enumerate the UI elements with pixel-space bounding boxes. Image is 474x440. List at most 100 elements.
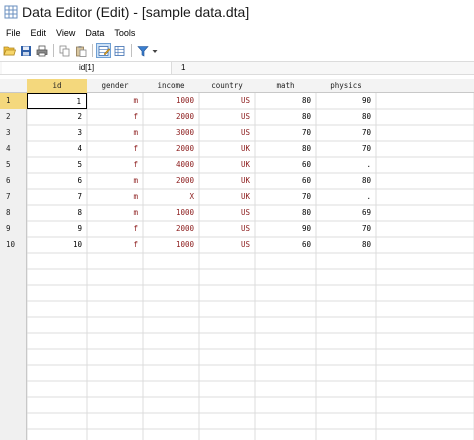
table-cell[interactable]: 5 [27,157,87,173]
table-cell[interactable]: m [87,93,143,109]
table-cell[interactable]: 80 [255,205,316,221]
menu-file[interactable]: File [0,28,26,38]
open-folder-icon[interactable] [2,43,17,58]
table-cell[interactable]: 8 [27,205,87,221]
table-cell[interactable]: 6 [27,173,87,189]
cell-reference-box[interactable]: id[1] [2,62,172,74]
table-cell[interactable]: 70 [255,125,316,141]
table-cell[interactable]: US [199,221,255,237]
toolbar-separator [131,44,132,57]
dropdown-arrow-icon[interactable] [151,43,159,58]
row-number[interactable]: 1 [0,93,27,109]
table-cell[interactable]: UK [199,141,255,157]
table-cell[interactable]: 3 [27,125,87,141]
table-cell[interactable]: 60 [255,237,316,253]
data-grid[interactable]: id gender income country math physics 1 1 m 1000 U… [0,79,474,440]
paste-icon[interactable] [73,43,88,58]
table-cell[interactable]: 70 [316,141,376,157]
filter-icon[interactable] [135,43,150,58]
row-number[interactable]: 4 [0,141,27,157]
table-cell[interactable]: X [143,189,199,205]
cell-value-input[interactable]: 1 [178,62,474,74]
window-title: Data Editor (Edit) - [sample data.dta] [22,3,250,20]
table-cell[interactable]: 90 [316,93,376,109]
table-cell[interactable]: 2000 [143,221,199,237]
table-cell[interactable]: f [87,109,143,125]
print-icon[interactable] [34,43,49,58]
column-header-income[interactable]: income [143,79,199,93]
table-cell[interactable]: 4000 [143,157,199,173]
menu-edit[interactable]: Edit [26,28,52,38]
table-cell[interactable]: 9 [27,221,87,237]
column-header-math[interactable]: math [255,79,316,93]
row-number[interactable]: 7 [0,189,27,205]
table-cell[interactable]: f [87,157,143,173]
table-cell[interactable]: UK [199,189,255,205]
row-number[interactable]: 6 [0,173,27,189]
row-number[interactable]: 8 [0,205,27,221]
table-cell[interactable]: 70 [255,189,316,205]
table-cell[interactable]: 3000 [143,125,199,141]
table-cell[interactable]: . [316,157,376,173]
edit-mode-icon[interactable] [96,43,111,58]
row-number[interactable]: 3 [0,125,27,141]
table-cell[interactable]: US [199,205,255,221]
menu-tools[interactable]: Tools [109,28,140,38]
table-cell[interactable]: 7 [27,189,87,205]
table-cell[interactable]: f [87,221,143,237]
table-cell[interactable]: 4 [27,141,87,157]
table-cell[interactable]: 60 [255,157,316,173]
browse-mode-icon[interactable] [112,43,127,58]
table-cell[interactable]: US [199,93,255,109]
copy-icon[interactable] [57,43,72,58]
formula-bar: id[1] 1 [0,61,474,75]
table-cell[interactable]: f [87,141,143,157]
table-cell[interactable]: 1000 [143,205,199,221]
table-cell[interactable]: UK [199,157,255,173]
table-cell[interactable]: 60 [255,173,316,189]
table-cell[interactable]: 2 [27,109,87,125]
table-cell[interactable]: 10 [27,237,87,253]
stata-app-icon [4,5,18,18]
table-cell[interactable]: m [87,125,143,141]
save-icon[interactable] [18,43,33,58]
table-cell[interactable]: 80 [255,109,316,125]
table-cell[interactable]: . [316,189,376,205]
menu-view[interactable]: View [51,28,80,38]
menu-data[interactable]: Data [80,28,109,38]
table-cell[interactable]: UK [199,173,255,189]
toolbar [0,41,474,60]
table-cell[interactable]: 80 [255,93,316,109]
column-header-country[interactable]: country [199,79,255,93]
table-cell[interactable]: 80 [316,173,376,189]
column-header-physics[interactable]: physics [316,79,376,93]
table-cell[interactable]: m [87,173,143,189]
table-cell[interactable]: US [199,125,255,141]
table-cell[interactable]: 2000 [143,109,199,125]
row-number[interactable]: 2 [0,109,27,125]
table-cell[interactable]: US [199,109,255,125]
table-cell[interactable]: 80 [255,141,316,157]
title-bar: Data Editor (Edit) - [sample data.dta] [0,0,474,23]
table-cell[interactable]: 1000 [143,237,199,253]
row-number[interactable]: 9 [0,221,27,237]
table-cell[interactable]: 1000 [143,93,199,109]
table-cell[interactable]: 80 [316,109,376,125]
column-header-id[interactable]: id [27,79,87,93]
table-cell[interactable]: m [87,189,143,205]
table-cell[interactable]: 70 [316,125,376,141]
table-cell[interactable]: 2000 [143,173,199,189]
table-cell[interactable]: 70 [316,221,376,237]
table-cell[interactable]: 69 [316,205,376,221]
table-cell[interactable]: m [87,205,143,221]
row-number[interactable]: 5 [0,157,27,173]
table-cell[interactable]: 1 [27,93,87,109]
column-header-gender[interactable]: gender [87,79,143,93]
table-cell[interactable]: f [87,237,143,253]
toolbar-separator [53,44,54,57]
table-cell[interactable]: 2000 [143,141,199,157]
table-cell[interactable]: 80 [316,237,376,253]
table-cell[interactable]: US [199,237,255,253]
table-cell[interactable]: 90 [255,221,316,237]
row-number[interactable]: 10 [0,237,27,253]
